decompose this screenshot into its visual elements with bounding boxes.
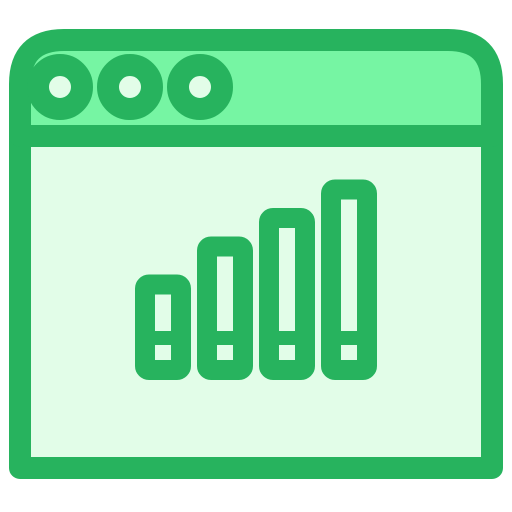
icon-canvas <box>0 0 512 512</box>
bar-1 <box>135 274 191 380</box>
browser-window <box>9 29 503 479</box>
window-dot-3 <box>167 54 233 120</box>
bar-2 <box>197 236 253 380</box>
window-body <box>9 125 503 479</box>
window-dot-2 <box>97 54 163 120</box>
window-controls <box>27 54 233 120</box>
browser-window-bar-chart-icon <box>9 29 503 479</box>
bar-3 <box>259 208 315 380</box>
window-dot-1 <box>27 54 93 120</box>
